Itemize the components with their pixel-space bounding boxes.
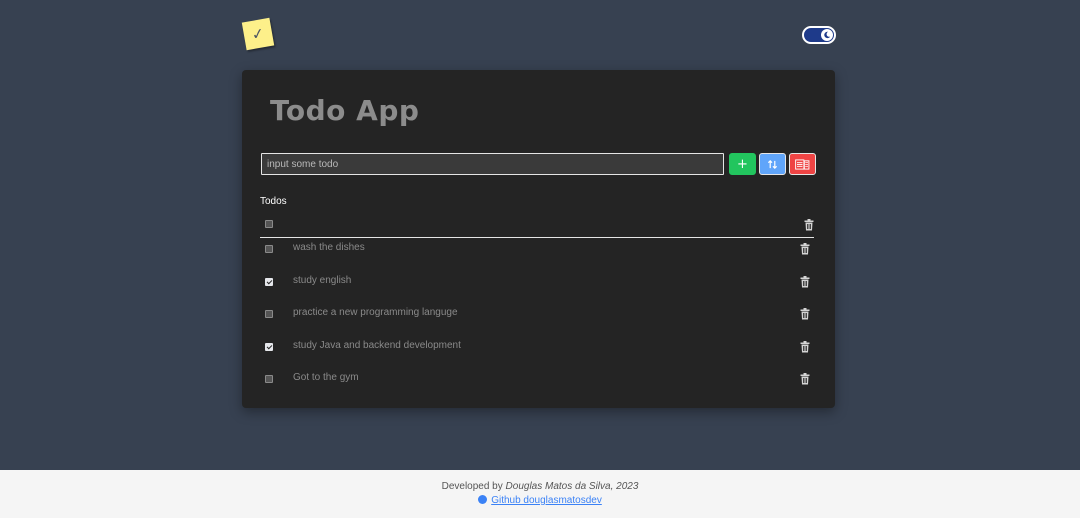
- moon-icon: [821, 29, 833, 41]
- todo-list: wash the dishes study english practice a n…: [260, 237, 814, 400]
- todo-item: practice a new programming languge: [260, 302, 814, 335]
- clear-todos-button[interactable]: [789, 153, 816, 175]
- footer-credit: Developed by Douglas Matos da Silva, 202…: [441, 481, 639, 492]
- sort-arrows-icon: [767, 159, 778, 169]
- footer-github: Github douglasmatosdev: [0, 495, 1080, 506]
- trash-icon[interactable]: [800, 308, 810, 320]
- footer: Developed by Douglas Matos da Silva, 202…: [0, 470, 1080, 518]
- todo-item: study Java and backend development: [260, 335, 814, 368]
- footer-author: Douglas Matos da Silva, 2023: [505, 481, 639, 492]
- todo-card: Todo App + Todos: [242, 70, 835, 408]
- todo-checkbox[interactable]: [265, 375, 273, 383]
- page-title: Todo App: [270, 94, 420, 127]
- trash-icon[interactable]: [800, 275, 810, 288]
- todo-item: Got to the gym: [260, 367, 814, 400]
- todos-header-row: [260, 215, 814, 238]
- todo-text: study Java and backend development: [293, 339, 461, 351]
- github-link[interactable]: Github douglasmatosdev: [491, 495, 602, 506]
- todo-input[interactable]: [261, 153, 724, 175]
- todo-checkbox[interactable]: [265, 245, 273, 253]
- todo-item: wash the dishes: [260, 237, 814, 270]
- select-all-checkbox[interactable]: [265, 220, 273, 228]
- todo-text: practice a new programming languge: [293, 307, 458, 318]
- delete-all-trash-icon[interactable]: [804, 219, 814, 231]
- theme-toggle[interactable]: [802, 26, 836, 44]
- todo-checkbox[interactable]: [265, 277, 273, 286]
- trash-icon[interactable]: [800, 243, 810, 255]
- todo-text: Got to the gym: [293, 372, 359, 383]
- clear-list-icon: [795, 158, 810, 170]
- todo-item: study english: [260, 270, 814, 303]
- github-icon: [478, 495, 488, 504]
- sort-todos-button[interactable]: [759, 153, 786, 175]
- trash-icon[interactable]: [800, 340, 810, 353]
- todo-checkbox[interactable]: [265, 310, 273, 318]
- add-todo-button[interactable]: +: [729, 153, 756, 175]
- todo-checkbox[interactable]: [265, 342, 273, 351]
- sticky-note-check-icon: ✓: [241, 17, 275, 51]
- todo-text: wash the dishes: [293, 242, 365, 253]
- trash-icon[interactable]: [800, 373, 810, 385]
- todos-section-label: Todos: [260, 196, 287, 207]
- plus-icon: +: [737, 156, 748, 172]
- todo-text: study english: [293, 274, 352, 286]
